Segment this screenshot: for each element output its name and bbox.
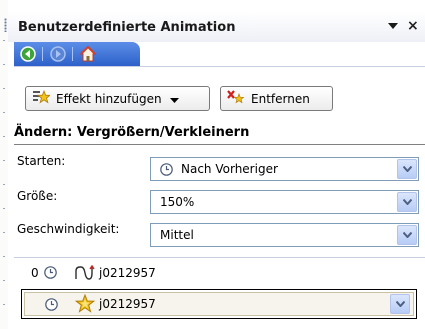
remove-label: Entfernen bbox=[251, 91, 310, 106]
size-value: 150% bbox=[160, 195, 195, 209]
size-dropdown-icon[interactable] bbox=[397, 192, 417, 212]
speed-dropdown-icon[interactable] bbox=[397, 225, 417, 245]
pane-edge bbox=[0, 0, 8, 329]
forward-arrow-icon[interactable] bbox=[50, 46, 66, 62]
custom-animation-pane: Benutzerdefinierte Animation × Effekt hi… bbox=[0, 0, 425, 329]
clock-icon bbox=[44, 266, 57, 282]
remove-effect-icon bbox=[227, 89, 245, 108]
drag-grip-icon[interactable] bbox=[4, 18, 7, 32]
motion-path-icon bbox=[74, 264, 96, 284]
add-effect-label: Effekt hinzufügen bbox=[56, 91, 162, 106]
pane-navigation-bar bbox=[14, 42, 140, 66]
emphasis-star-icon bbox=[74, 293, 96, 317]
speed-select[interactable]: Mittel bbox=[150, 223, 419, 247]
modify-heading-divider bbox=[14, 144, 425, 145]
speed-label: Geschwindigkeit: bbox=[17, 222, 120, 236]
clock-icon bbox=[160, 162, 173, 176]
start-value: Nach Vorheriger bbox=[181, 162, 278, 176]
start-dropdown-icon[interactable] bbox=[397, 159, 417, 179]
start-label: Starten: bbox=[17, 154, 66, 168]
pane-close-icon[interactable]: × bbox=[407, 18, 423, 34]
clock-icon bbox=[45, 298, 58, 314]
start-select[interactable]: Nach Vorheriger bbox=[150, 157, 419, 181]
effect-index: 0 bbox=[31, 266, 39, 280]
add-effect-dropdown-icon bbox=[169, 92, 179, 106]
pane-title: Benutzerdefinierte Animation bbox=[18, 20, 236, 35]
effect-name: j0212957 bbox=[99, 297, 156, 311]
size-label: Größe: bbox=[17, 189, 58, 203]
pane-menu-dropdown-icon[interactable] bbox=[386, 19, 400, 33]
speed-value: Mittel bbox=[160, 228, 194, 242]
effect-name: j0212957 bbox=[99, 266, 156, 280]
nav-divider bbox=[14, 66, 425, 67]
list-item[interactable]: 0 j0212957 bbox=[14, 262, 425, 284]
back-arrow-icon[interactable] bbox=[20, 46, 36, 62]
add-effect-star-icon bbox=[32, 89, 52, 108]
home-icon[interactable] bbox=[80, 46, 96, 62]
add-effect-button[interactable]: Effekt hinzufügen bbox=[25, 86, 210, 111]
effect-options-dropdown-icon[interactable] bbox=[390, 294, 410, 314]
modify-heading: Ändern: Vergrößern/Verkleinern bbox=[14, 125, 250, 140]
size-select[interactable]: 150% bbox=[150, 190, 419, 214]
remove-button[interactable]: Entfernen bbox=[220, 86, 333, 111]
selected-list-item[interactable]: j0212957 bbox=[21, 289, 417, 319]
